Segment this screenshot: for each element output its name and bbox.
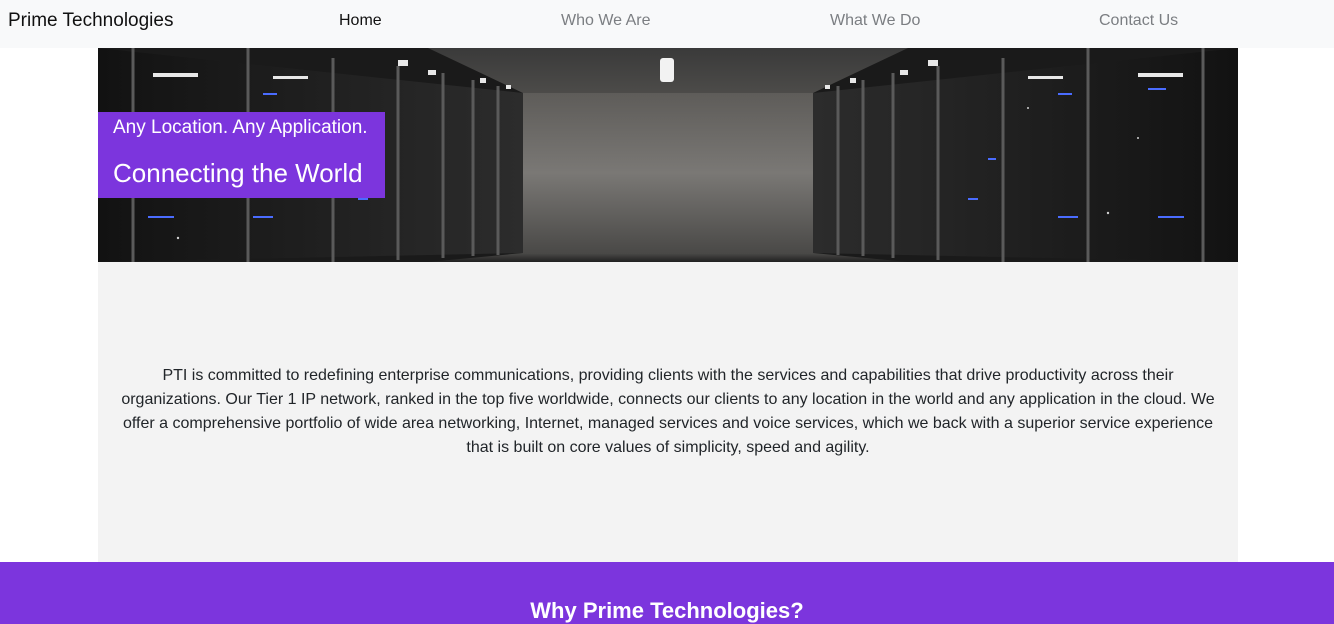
hero-tagline: Any Location. Any Application. <box>113 117 368 138</box>
brand-logo[interactable]: Prime Technologies <box>8 10 173 32</box>
about-section: PTI is committed to redefining enterpris… <box>98 262 1238 562</box>
about-text: PTI is committed to redefining enterpris… <box>121 367 1215 456</box>
hero-title: Connecting the World <box>113 158 363 188</box>
hero-caption: Any Location. Any Application. Connectin… <box>98 112 385 198</box>
hero-banner: Any Location. Any Application. Connectin… <box>98 48 1238 262</box>
nav-contact-us[interactable]: Contact Us <box>1099 12 1178 30</box>
nav-what-we-do[interactable]: What We Do <box>830 12 920 30</box>
nav-home[interactable]: Home <box>339 12 382 30</box>
why-section: Why Prime Technologies? <box>0 562 1334 624</box>
why-heading: Why Prime Technologies? <box>530 598 804 623</box>
navbar: Prime Technologies Home Who We Are What … <box>0 0 1334 48</box>
nav-who-we-are[interactable]: Who We Are <box>561 12 651 30</box>
